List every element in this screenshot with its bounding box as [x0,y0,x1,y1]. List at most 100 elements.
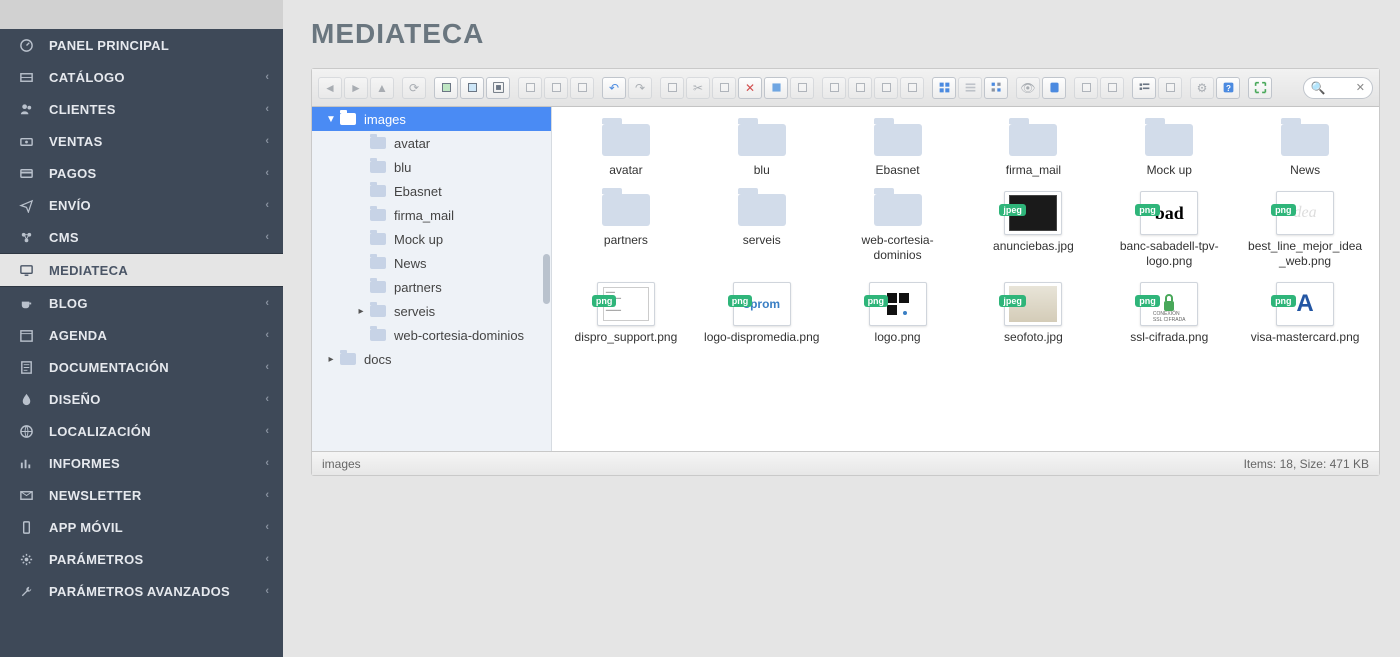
sidebar-item-panel-principal[interactable]: PANEL PRINCIPAL [0,29,283,61]
tree-item-blu[interactable]: blu [312,155,551,179]
tree-item-web-cortesia-dominios[interactable]: web-cortesia-dominios [312,323,551,347]
sidebar-item-parámetros-avanzados[interactable]: PARÁMETROS AVANZADOS‹ [0,575,283,607]
undo-button[interactable]: ↶ [602,77,626,99]
file-item[interactable]: pngbadbanc-sabadell-tpv-logo.png [1101,187,1237,272]
tree-item-partners[interactable]: partners [312,275,551,299]
folder-icon [340,353,356,365]
sidebar-item-parámetros[interactable]: PARÁMETROS‹ [0,543,283,575]
sidebar-item-agenda[interactable]: AGENDA‹ [0,319,283,351]
sidebar: PANEL PRINCIPALCATÁLOGO‹CLIENTES‹VENTAS‹… [0,0,283,657]
file-item[interactable]: serveis [694,187,830,272]
file-item[interactable]: pnglogo.png [830,278,966,348]
file-item[interactable]: png━━━━━━━━━━━━━━━━dispro_support.png [558,278,694,348]
sidebar-item-informes[interactable]: INFORMES‹ [0,447,283,479]
sidebar-item-catálogo[interactable]: CATÁLOGO‹ [0,61,283,93]
paste-button[interactable] [712,77,736,99]
edit-button[interactable] [874,77,898,99]
file-item[interactable]: web-cortesia-dominios [830,187,966,272]
file-item[interactable]: partners [558,187,694,272]
file-manager: ◄ ► ▲ ⟳ ↶ ↷ ✂ [311,68,1380,476]
forward-button[interactable]: ► [344,77,368,99]
new-file-button[interactable] [460,77,484,99]
file-grid[interactable]: avatarbluEbasnetfirma_mailMock up News par… [552,107,1379,451]
tree-item-label: News [394,256,427,271]
tree-arrow-icon: ▼ [322,114,340,125]
sidebar-item-clientes[interactable]: CLIENTES‹ [0,93,283,125]
fullscreen-button[interactable] [1248,77,1272,99]
tree-item-firma_mail[interactable]: firma_mail [312,203,551,227]
monitor-icon [15,263,37,278]
tree-scrollbar[interactable] [543,254,550,304]
settings-icons-button[interactable] [1132,77,1156,99]
select-none-button[interactable] [1100,77,1124,99]
file-item[interactable]: Ebasnet [830,117,966,181]
sidebar-item-label: ENVÍO [49,198,91,213]
rename-button[interactable] [848,77,872,99]
sidebar-item-cms[interactable]: CMS‹ [0,221,283,253]
resize-button[interactable] [900,77,924,99]
cut-button[interactable]: ✂ [686,77,710,99]
sidebar-item-newsletter[interactable]: NEWSLETTER‹ [0,479,283,511]
sidebar-item-app-móvil[interactable]: APP MÓVIL‹ [0,511,283,543]
tree-item-serveis[interactable]: ▸serveis [312,299,551,323]
pref-button[interactable]: ⚙ [1190,77,1214,99]
sidebar-item-diseño[interactable]: DISEÑO‹ [0,383,283,415]
help-button[interactable]: ? [1216,77,1240,99]
clear-search-icon[interactable]: ✕ [1356,81,1365,94]
redo-button[interactable]: ↷ [628,77,652,99]
file-item[interactable]: pngCONEXIÓNSSL CIFRADAssl-cifrada.png [1101,278,1237,348]
select-all-button[interactable] [1074,77,1098,99]
sidebar-item-localización[interactable]: LOCALIZACIÓN‹ [0,415,283,447]
up-button[interactable]: ▲ [370,77,394,99]
tree-item-mock-up[interactable]: Mock up [312,227,551,251]
sidebar-item-documentación[interactable]: DOCUMENTACIÓN‹ [0,351,283,383]
tree-item-ebasnet[interactable]: Ebasnet [312,179,551,203]
file-item[interactable]: jpeganunciebas.jpg [965,187,1101,272]
file-item[interactable]: pngdeabest_line_mejor_idea_web.png [1237,187,1373,272]
open-button[interactable] [518,77,542,99]
duplicate-button[interactable] [822,77,846,99]
view-list-button[interactable] [958,77,982,99]
file-name: partners [604,233,648,247]
file-item[interactable]: pngAvisa-mastercard.png [1237,278,1373,348]
settings-alt-button[interactable] [1158,77,1182,99]
tree-item-avatar[interactable]: avatar [312,131,551,155]
view-sort-button[interactable] [984,77,1008,99]
file-item[interactable]: firma_mail [965,117,1101,181]
search-box[interactable]: 🔍 ✕ [1303,77,1373,99]
sidebar-item-mediateca[interactable]: MEDIATECA [0,254,283,286]
file-item[interactable]: blu [694,117,830,181]
filetype-badge: png [864,295,889,307]
tree-item-images[interactable]: ▼images [312,107,551,131]
delete-button[interactable]: ✕ [738,77,762,99]
tree-arrow-icon: ▸ [322,354,340,365]
chevron-left-icon: ‹ [265,329,269,341]
file-item[interactable]: jpegseofoto.jpg [965,278,1101,348]
back-button[interactable]: ◄ [318,77,342,99]
sort-button[interactable] [790,77,814,99]
tree-item-news[interactable]: News [312,251,551,275]
getlink-button[interactable] [570,77,594,99]
folder-tree[interactable]: ▼imagesavatarbluEbasnetfirma_mailMock up… [312,107,552,451]
info-button[interactable] [1042,77,1066,99]
preview-button[interactable]: 👁 [1016,77,1040,99]
file-item[interactable]: News [1237,117,1373,181]
calendar-icon [15,328,37,343]
sidebar-item-ventas[interactable]: VENTAS‹ [0,125,283,157]
copy-button[interactable] [660,77,684,99]
file-item[interactable]: Mock up [1101,117,1237,181]
file-name: News [1290,163,1320,177]
sidebar-item-envío[interactable]: ENVÍO‹ [0,189,283,221]
download-button[interactable] [544,77,568,99]
view-icons-button[interactable] [932,77,956,99]
upload-button[interactable] [486,77,510,99]
empty-button[interactable] [764,77,788,99]
file-item[interactable]: pngspromlogo-dispromedia.png [694,278,830,348]
chevron-left-icon: ‹ [265,103,269,115]
file-item[interactable]: avatar [558,117,694,181]
new-folder-button[interactable] [434,77,458,99]
sidebar-item-blog[interactable]: BLOG‹ [0,287,283,319]
tree-item-docs[interactable]: ▸docs [312,347,551,371]
reload-button[interactable]: ⟳ [402,77,426,99]
sidebar-item-pagos[interactable]: PAGOS‹ [0,157,283,189]
